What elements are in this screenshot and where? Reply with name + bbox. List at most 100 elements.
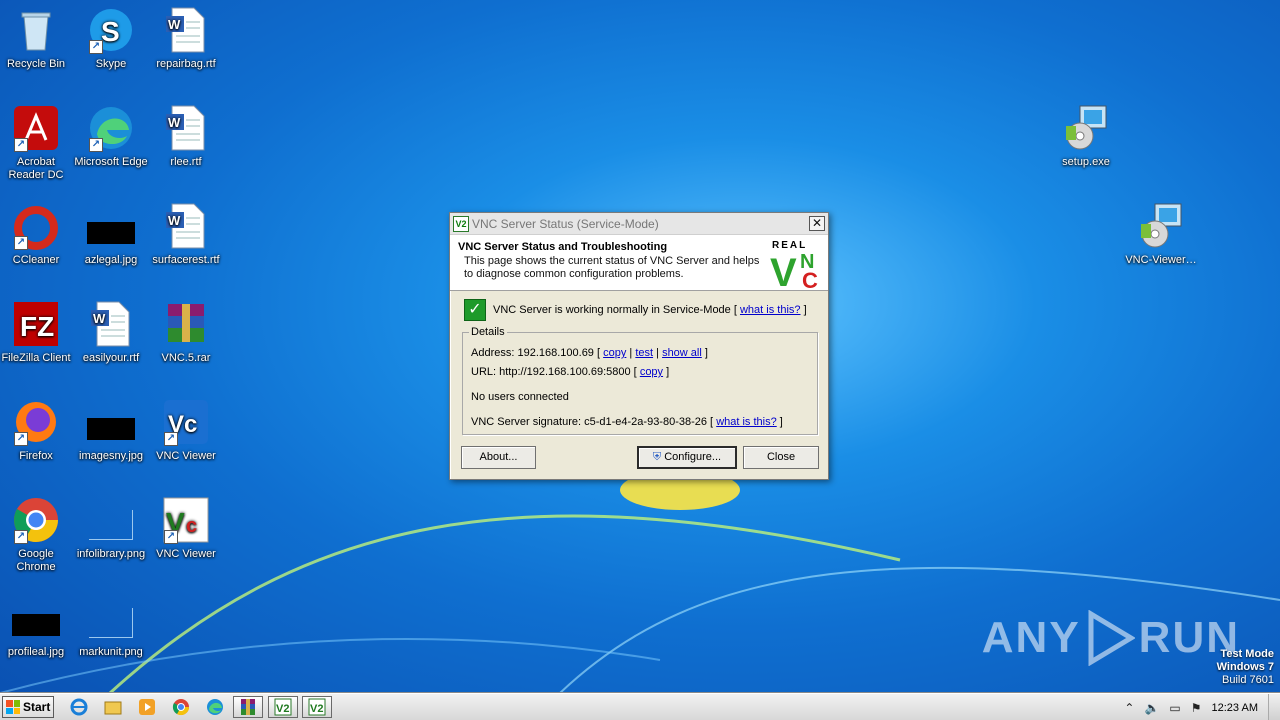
chevron-up-icon[interactable]: ⌃ xyxy=(1124,701,1134,715)
desktop-icon-setup-exe[interactable]: setup.exe xyxy=(1048,104,1124,194)
desktop-icon-repairbag[interactable]: W repairbag.rtf xyxy=(148,6,224,96)
svg-text:S: S xyxy=(101,16,120,47)
shortcut-arrow-icon: ↗ xyxy=(14,432,28,446)
dialog-header: VNC Server Status and Troubleshooting Th… xyxy=(450,235,828,291)
explorer-taskbar-icon[interactable] xyxy=(102,697,124,717)
ie-taskbar-icon[interactable] xyxy=(68,697,90,717)
address-copy-link[interactable]: copy xyxy=(603,347,626,359)
clock[interactable]: 12:23 AM xyxy=(1212,702,1258,714)
desktop-icon-vnc-viewer-2[interactable]: Vc ↗ VNC Viewer xyxy=(148,496,224,586)
media-player-taskbar-icon[interactable] xyxy=(136,697,158,717)
shortcut-arrow-icon: ↗ xyxy=(164,530,178,544)
vnc-app-icon: V2 xyxy=(453,215,469,232)
header-title: VNC Server Status and Troubleshooting xyxy=(458,241,668,253)
status-what-is-this-link[interactable]: what is this? xyxy=(740,304,801,316)
winrar-icon xyxy=(162,300,210,348)
firefox-icon: ↗ xyxy=(12,398,60,446)
windows-logo-icon xyxy=(6,700,20,714)
desktop-icon-easilyour[interactable]: W easilyour.rtf xyxy=(73,300,149,390)
svg-text:V: V xyxy=(770,251,797,290)
winrar-taskbar-button[interactable] xyxy=(233,696,263,718)
image-thumbnail-icon xyxy=(87,496,135,544)
realvnc-logo-icon: REAL V N C xyxy=(770,240,818,290)
vnc-taskbar-button-1[interactable]: V2 xyxy=(268,696,298,718)
svg-text:W: W xyxy=(168,213,181,228)
desktop-icon-imagesny[interactable]: imagesny.jpg xyxy=(73,398,149,488)
installer-icon xyxy=(1137,202,1185,250)
desktop-icon-surfacerest[interactable]: W surfacerest.rtf xyxy=(148,202,224,292)
desktop-icon-filezilla[interactable]: FZ FileZilla Client xyxy=(0,300,74,390)
svg-text:FZ: FZ xyxy=(20,311,54,342)
close-button[interactable]: Close xyxy=(743,446,819,469)
vnc-status-dialog: V2 VNC Server Status (Service-Mode) ✕ VN… xyxy=(449,212,829,480)
show-desktop-button[interactable] xyxy=(1268,694,1280,720)
flag-icon[interactable]: ⚑ xyxy=(1191,701,1202,715)
close-icon[interactable]: ✕ xyxy=(809,216,825,231)
desktop-icon-azlegal[interactable]: azlegal.jpg xyxy=(73,202,149,292)
shortcut-arrow-icon: ↗ xyxy=(164,432,178,446)
dialog-titlebar[interactable]: V2 VNC Server Status (Service-Mode) xyxy=(450,213,828,235)
acrobat-icon: ↗ xyxy=(12,104,60,152)
desktop-icon-vnc-viewer-installer[interactable]: VNC-Viewer… xyxy=(1123,202,1199,292)
shortcut-arrow-icon: ↗ xyxy=(14,236,28,250)
svg-text:W: W xyxy=(168,17,181,32)
image-thumbnail-icon xyxy=(87,398,135,446)
desktop-icon-recycle-bin[interactable]: Recycle Bin xyxy=(0,6,74,96)
recycle-bin-icon xyxy=(12,6,60,54)
taskbar: Start V2 V2 ⌃ 🔈 ▭ ⚑ 12:23 AM xyxy=(0,693,1280,720)
speaker-icon[interactable]: 🔈 xyxy=(1144,701,1159,715)
chrome-icon: ↗ xyxy=(12,496,60,544)
shield-icon: ⛨ xyxy=(652,451,662,463)
header-description: This page shows the current status of VN… xyxy=(464,255,760,280)
desktop-icon-profileal[interactable]: profileal.jpg xyxy=(0,594,74,684)
details-legend: Details xyxy=(469,326,507,338)
desktop-icon-skype[interactable]: S ↗ Skype xyxy=(73,6,149,96)
desktop-icon-firefox[interactable]: ↗ Firefox xyxy=(0,398,74,488)
signature-what-is-this-link[interactable]: what is this? xyxy=(716,416,777,428)
desktop-icon-infolibrary[interactable]: infolibrary.png xyxy=(73,496,149,586)
play-icon xyxy=(1088,610,1135,666)
url-copy-link[interactable]: copy xyxy=(640,366,663,378)
installer-icon xyxy=(1062,104,1110,152)
word-document-icon: W xyxy=(87,300,135,348)
desktop-icon-chrome[interactable]: ↗ Google Chrome xyxy=(0,496,74,586)
desktop-icon-vnc-viewer-1[interactable]: Vc ↗ VNC Viewer xyxy=(148,398,224,488)
address-test-link[interactable]: test xyxy=(635,347,653,359)
desktop-icon-markunit[interactable]: markunit.png xyxy=(73,594,149,684)
dialog-title: VNC Server Status (Service-Mode) xyxy=(472,216,659,231)
network-icon[interactable]: ▭ xyxy=(1169,701,1180,715)
word-document-icon: W xyxy=(162,202,210,250)
signature-row: VNC Server signature: c5-d1-e4-2a-93-80-… xyxy=(471,416,783,428)
vnc-taskbar-button-2[interactable]: V2 xyxy=(302,696,332,718)
status-text: VNC Server is working normally in Servic… xyxy=(493,304,737,316)
test-mode-notice: Test Mode Windows 7 Build 7601 xyxy=(1216,648,1274,686)
configure-button[interactable]: ⛨ Configure... xyxy=(637,446,737,469)
desktop-icon-rlee[interactable]: W rlee.rtf xyxy=(148,104,224,194)
edge-taskbar-icon[interactable] xyxy=(204,697,226,717)
shortcut-arrow-icon: ↗ xyxy=(14,530,28,544)
svg-text:REAL: REAL xyxy=(772,240,807,251)
skype-icon: S ↗ xyxy=(87,6,135,54)
shortcut-arrow-icon: ↗ xyxy=(14,138,28,152)
chrome-taskbar-icon[interactable] xyxy=(170,697,192,717)
filezilla-icon: FZ xyxy=(12,300,60,348)
svg-text:C: C xyxy=(802,268,818,290)
status-line: ✓ VNC Server is working normally in Serv… xyxy=(464,299,807,321)
desktop-icon-edge[interactable]: ↗ Microsoft Edge xyxy=(73,104,149,194)
image-thumbnail-icon xyxy=(12,594,60,642)
svg-text:W: W xyxy=(93,311,106,326)
url-row: URL: http://192.168.100.69:5800 [ copy ] xyxy=(471,366,670,378)
image-thumbnail-icon xyxy=(87,594,135,642)
desktop-icon-vnc5rar[interactable]: VNC.5.rar xyxy=(148,300,224,390)
shortcut-arrow-icon: ↗ xyxy=(89,40,103,54)
ccleaner-icon: ↗ xyxy=(12,202,60,250)
edge-icon: ↗ xyxy=(87,104,135,152)
vnc-viewer-icon: Vc ↗ xyxy=(162,398,210,446)
anyrun-watermark: ANY RUN xyxy=(982,610,1240,666)
address-show-all-link[interactable]: show all xyxy=(662,347,702,359)
about-button[interactable]: About... xyxy=(461,446,536,469)
desktop-icon-ccleaner[interactable]: ↗ CCleaner xyxy=(0,202,74,292)
svg-text:V2: V2 xyxy=(276,703,289,715)
desktop-icon-acrobat[interactable]: ↗ Acrobat Reader DC xyxy=(0,104,74,194)
start-button[interactable]: Start xyxy=(2,696,54,718)
